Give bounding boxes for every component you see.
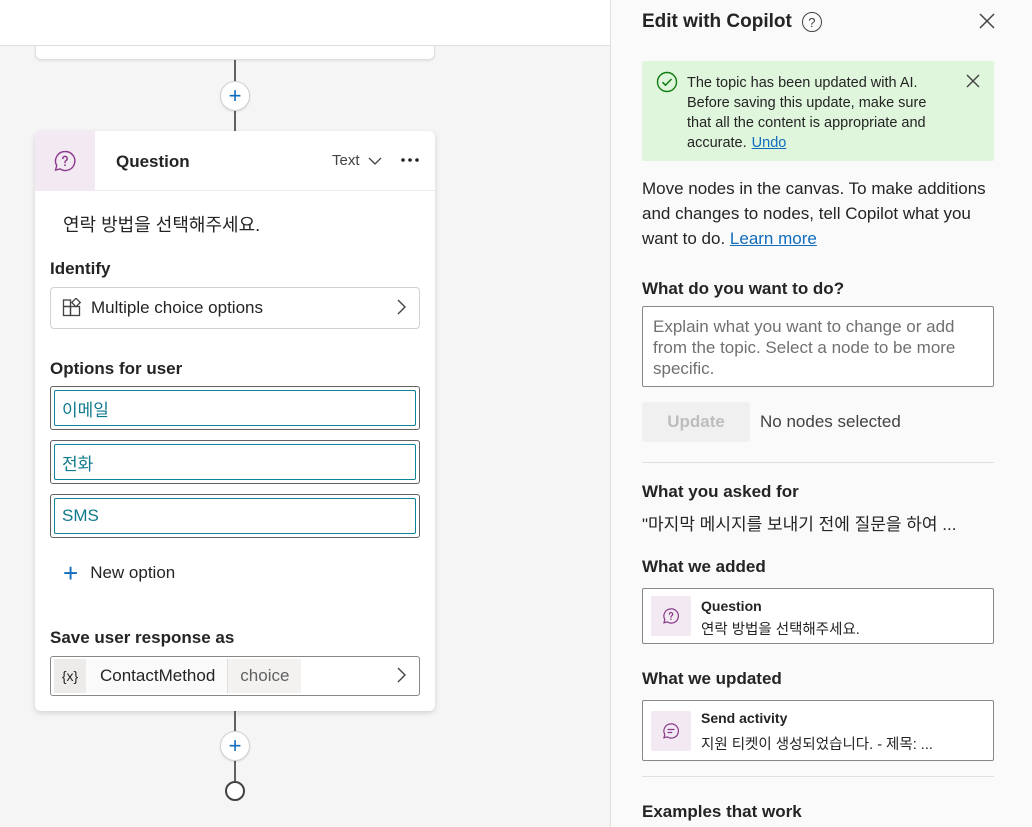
prompt-label: What do you want to do? — [642, 279, 845, 298]
add-node-button[interactable]: + — [220, 731, 250, 761]
chevron-right-icon — [397, 667, 406, 683]
previous-node-card[interactable] — [35, 46, 435, 60]
checkmark-circle-icon — [656, 71, 678, 93]
identify-selector[interactable]: Multiple choice options — [50, 287, 420, 329]
asked-label: What you asked for — [642, 482, 799, 501]
new-option-label: New option — [90, 563, 176, 582]
authoring-canvas[interactable]: + Question Text 연락 방법을 선택해주세요. Identify — [0, 0, 610, 827]
question-node-header: Question Text — [35, 131, 435, 191]
added-label: What we added — [642, 557, 766, 576]
plus-icon: + — [63, 558, 79, 588]
updated-node-title: Send activity — [701, 710, 788, 726]
update-button[interactable]: Update — [642, 402, 750, 442]
help-icon[interactable]: ? — [801, 12, 822, 32]
response-type-dropdown[interactable]: Text — [332, 152, 382, 169]
options-label: Options for user — [50, 359, 183, 378]
more-options-button[interactable] — [400, 147, 420, 173]
question-bubble-icon — [663, 608, 679, 624]
panel-title: Edit with Copilot — [642, 11, 792, 32]
question-node-card[interactable]: Question Text 연락 방법을 선택해주세요. Identify Mu… — [35, 131, 435, 711]
end-node — [225, 781, 245, 801]
option-value[interactable]: 전화 — [54, 444, 416, 480]
question-node-title: Question — [116, 152, 190, 171]
panel-header: Edit with Copilot ? — [642, 11, 822, 33]
variable-icon: {x} — [54, 659, 86, 693]
chevron-right-icon — [397, 299, 406, 315]
message-bubble-icon — [663, 723, 679, 739]
close-panel-button[interactable] — [976, 10, 998, 32]
plus-icon: + — [228, 733, 242, 758]
node-icon-box — [651, 596, 691, 636]
plus-icon: + — [228, 83, 242, 108]
added-node-title: Question — [701, 598, 762, 614]
updated-node-subtitle: 지원 티켓이 생성되었습니다. - 제목: ... — [701, 737, 933, 753]
response-type-label: Text — [332, 152, 360, 169]
identify-value: Multiple choice options — [91, 298, 263, 317]
new-option-button[interactable]: + New option — [63, 560, 175, 586]
question-bubble-icon — [54, 150, 76, 172]
option-field[interactable]: SMS — [50, 494, 420, 538]
question-message-text[interactable]: 연락 방법을 선택해주세요. — [63, 211, 260, 237]
entity-icon — [62, 298, 82, 317]
question-node-icon-box — [35, 131, 95, 191]
close-icon[interactable] — [965, 73, 981, 89]
divider — [642, 462, 994, 463]
success-banner: The topic has been updated with AI. Befo… — [642, 61, 994, 161]
divider — [642, 776, 994, 777]
add-node-button[interactable]: + — [220, 81, 250, 111]
panel-intro: Move nodes in the canvas. To make additi… — [642, 176, 1002, 251]
copilot-prompt-input[interactable]: Explain what you want to change or add f… — [642, 306, 994, 387]
node-icon-box — [651, 711, 691, 751]
chevron-down-icon — [368, 157, 381, 165]
added-node-card[interactable]: Question 연락 방법을 선택해주세요. — [642, 588, 994, 644]
banner-text: The topic has been updated with AI. Befo… — [687, 75, 927, 151]
banner-message: The topic has been updated with AI. Befo… — [687, 73, 949, 153]
selection-status: No nodes selected — [760, 412, 901, 431]
option-field[interactable]: 이메일 — [50, 386, 420, 430]
variable-name: ContactMethod — [86, 659, 228, 693]
save-response-label: Save user response as — [50, 628, 235, 647]
variable-chip[interactable]: {x} ContactMethod choice — [54, 658, 302, 694]
variable-selector[interactable]: {x} ContactMethod choice — [50, 656, 420, 696]
examples-label: Examples that work — [642, 802, 802, 821]
canvas-toolbar — [0, 0, 610, 46]
asked-text: "마지막 메시지를 보내기 전에 질문을 하여 ... — [642, 515, 957, 534]
option-field[interactable]: 전화 — [50, 440, 420, 484]
updated-node-card[interactable]: Send activity 지원 티켓이 생성되었습니다. - 제목: ... — [642, 700, 994, 761]
updated-label: What we updated — [642, 669, 782, 688]
learn-more-link[interactable]: Learn more — [730, 229, 817, 248]
close-icon — [979, 13, 995, 29]
identify-label: Identify — [50, 259, 111, 278]
option-value[interactable]: 이메일 — [54, 390, 416, 426]
undo-link[interactable]: Undo — [752, 135, 787, 151]
copilot-panel: Edit with Copilot ? The topic has been u… — [610, 0, 1032, 827]
added-node-subtitle: 연락 방법을 선택해주세요. — [701, 622, 860, 638]
option-value[interactable]: SMS — [54, 498, 416, 534]
variable-type: choice — [227, 659, 302, 693]
more-horizontal-icon — [401, 158, 419, 162]
